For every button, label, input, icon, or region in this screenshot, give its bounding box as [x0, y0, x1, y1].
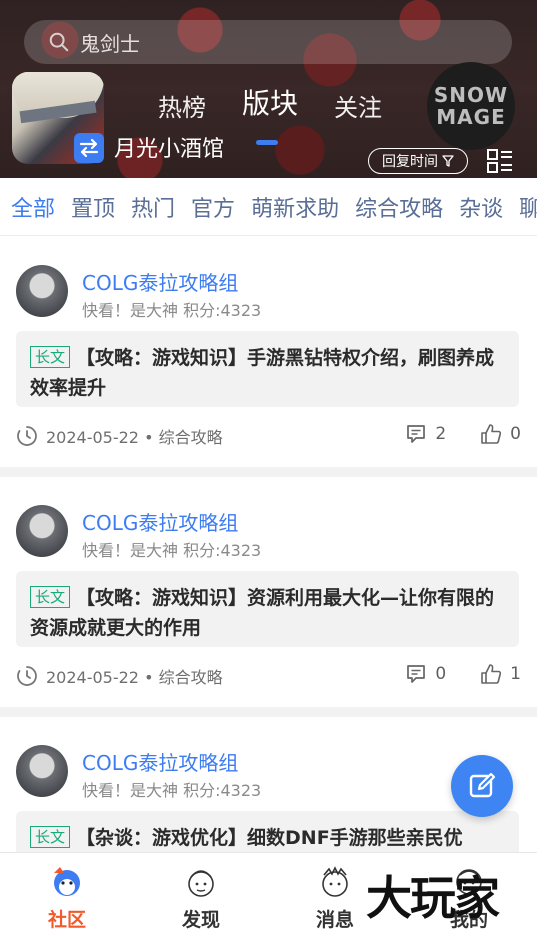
- post-author[interactable]: COLG泰拉攻略组: [82, 507, 238, 536]
- compose-post-button[interactable]: [451, 755, 513, 817]
- watermark-logo: 大玩家: [366, 871, 500, 925]
- switch-board-button[interactable]: [74, 133, 104, 163]
- post-author[interactable]: COLG泰拉攻略组: [82, 747, 238, 776]
- category-official[interactable]: 官方: [191, 191, 235, 223]
- header-tabs: 热榜 版块 关注: [158, 87, 418, 123]
- category-pinned[interactable]: 置顶: [71, 191, 115, 223]
- post-author[interactable]: COLG泰拉攻略组: [82, 267, 238, 296]
- post-title-box[interactable]: 长文 【杂谈：游戏优化】细数DNF手游那些亲民优: [16, 811, 519, 852]
- filter-icon: [442, 155, 454, 167]
- post-card[interactable]: COLG泰拉攻略组 快看！是大神 积分:4323 长文 【攻略：游戏知识】资源利用…: [0, 477, 537, 707]
- post-title-box[interactable]: 长文 【攻略：游戏知识】资源利用最大化—让你有限的资源成就更大的作用: [16, 571, 519, 647]
- comment-count: 2: [435, 424, 447, 444]
- sort-button[interactable]: 回复时间: [368, 148, 468, 174]
- comment-count: 0: [435, 664, 447, 684]
- category-guides[interactable]: 综合攻略: [355, 191, 443, 223]
- like-icon[interactable]: [480, 423, 502, 445]
- clock-icon: [17, 426, 37, 446]
- edit-icon: [469, 772, 496, 798]
- app-screen: 鬼剑士 SNOW MAGE 热榜 版块 关注 月光小酒馆 回复时间 全部 置顶 …: [0, 0, 537, 939]
- board-name: 月光小酒馆: [114, 137, 225, 162]
- post-tag: 长文: [30, 586, 71, 608]
- category-newbie-help[interactable]: 萌新求助: [251, 191, 339, 223]
- post-stats: 2 0: [405, 423, 521, 445]
- snow-mage-badge: SNOW MAGE: [427, 62, 515, 150]
- post-author-meta: 快看！是大神 积分:4323: [82, 781, 262, 800]
- community-icon: [54, 867, 80, 896]
- post-date: 2024-05-22 • 综合攻略: [46, 668, 223, 687]
- avatar[interactable]: [16, 745, 68, 797]
- active-tab-indicator: [256, 140, 278, 145]
- post-tag: 长文: [30, 346, 71, 368]
- post-title: 【杂谈：游戏优化】细数DNF手游那些亲民优: [76, 827, 463, 849]
- like-icon[interactable]: [480, 663, 502, 685]
- badge-line-2: MAGE: [436, 105, 506, 129]
- post-title-box[interactable]: 长文 【攻略：游戏知识】手游黑钻特权介绍，刷图养成效率提升: [16, 331, 519, 407]
- avatar[interactable]: [16, 265, 68, 317]
- post-author-meta: 快看！是大神 积分:4323: [82, 301, 262, 320]
- nav-label: 社区: [47, 909, 86, 931]
- post-footer: 2024-05-22 • 综合攻略 0 1: [16, 663, 521, 689]
- post-author-meta: 快看！是大神 积分:4323: [82, 541, 262, 560]
- tab-follow[interactable]: 关注: [334, 88, 382, 123]
- category-hot[interactable]: 热门: [131, 191, 175, 223]
- post-title: 【攻略：游戏知识】手游黑钻特权介绍，刷图养成效率提升: [30, 347, 495, 399]
- list-layout-icon[interactable]: [486, 148, 514, 174]
- avatar[interactable]: [16, 505, 68, 557]
- post-footer: 2024-05-22 • 综合攻略 2 0: [16, 423, 521, 449]
- search-bar[interactable]: 鬼剑士: [24, 20, 512, 64]
- category-bar: 全部 置顶 热门 官方 萌新求助 综合攻略 杂谈 聊: [0, 178, 537, 236]
- post-tag: 长文: [30, 826, 71, 848]
- post-stats: 0 1: [405, 663, 521, 685]
- comment-icon[interactable]: [405, 663, 427, 685]
- tab-hot[interactable]: 热榜: [158, 88, 206, 123]
- clock-icon: [17, 666, 37, 686]
- category-chat[interactable]: 杂谈: [459, 191, 503, 223]
- messages-icon: [322, 866, 348, 897]
- tab-boards[interactable]: 版块: [242, 82, 298, 123]
- nav-discover[interactable]: 发现: [134, 853, 268, 939]
- comment-icon[interactable]: [405, 423, 427, 445]
- swap-icon: [79, 138, 99, 158]
- post-divider: [0, 467, 537, 477]
- category-all[interactable]: 全部: [11, 191, 55, 223]
- discover-icon: [188, 870, 214, 897]
- badge-line-1: SNOW: [433, 83, 509, 107]
- post-divider: [0, 707, 537, 717]
- search-placeholder: 鬼剑士: [80, 31, 140, 56]
- like-count: 0: [510, 424, 521, 444]
- post-card[interactable]: COLG泰拉攻略组 快看！是大神 积分:4323 长文 【攻略：游戏知识】手游黑钻…: [0, 237, 537, 467]
- post-date: 2024-05-22 • 综合攻略: [46, 428, 223, 447]
- board-header: 鬼剑士 SNOW MAGE 热榜 版块 关注 月光小酒馆 回复时间: [0, 0, 537, 178]
- like-count: 1: [510, 664, 521, 684]
- nav-community[interactable]: 社区: [0, 853, 134, 939]
- post-title: 【攻略：游戏知识】资源利用最大化—让你有限的资源成就更大的作用: [30, 587, 495, 639]
- sort-label: 回复时间: [382, 154, 438, 170]
- category-more[interactable]: 聊: [519, 191, 537, 223]
- nav-label: 发现: [181, 909, 220, 931]
- search-icon: [49, 32, 69, 52]
